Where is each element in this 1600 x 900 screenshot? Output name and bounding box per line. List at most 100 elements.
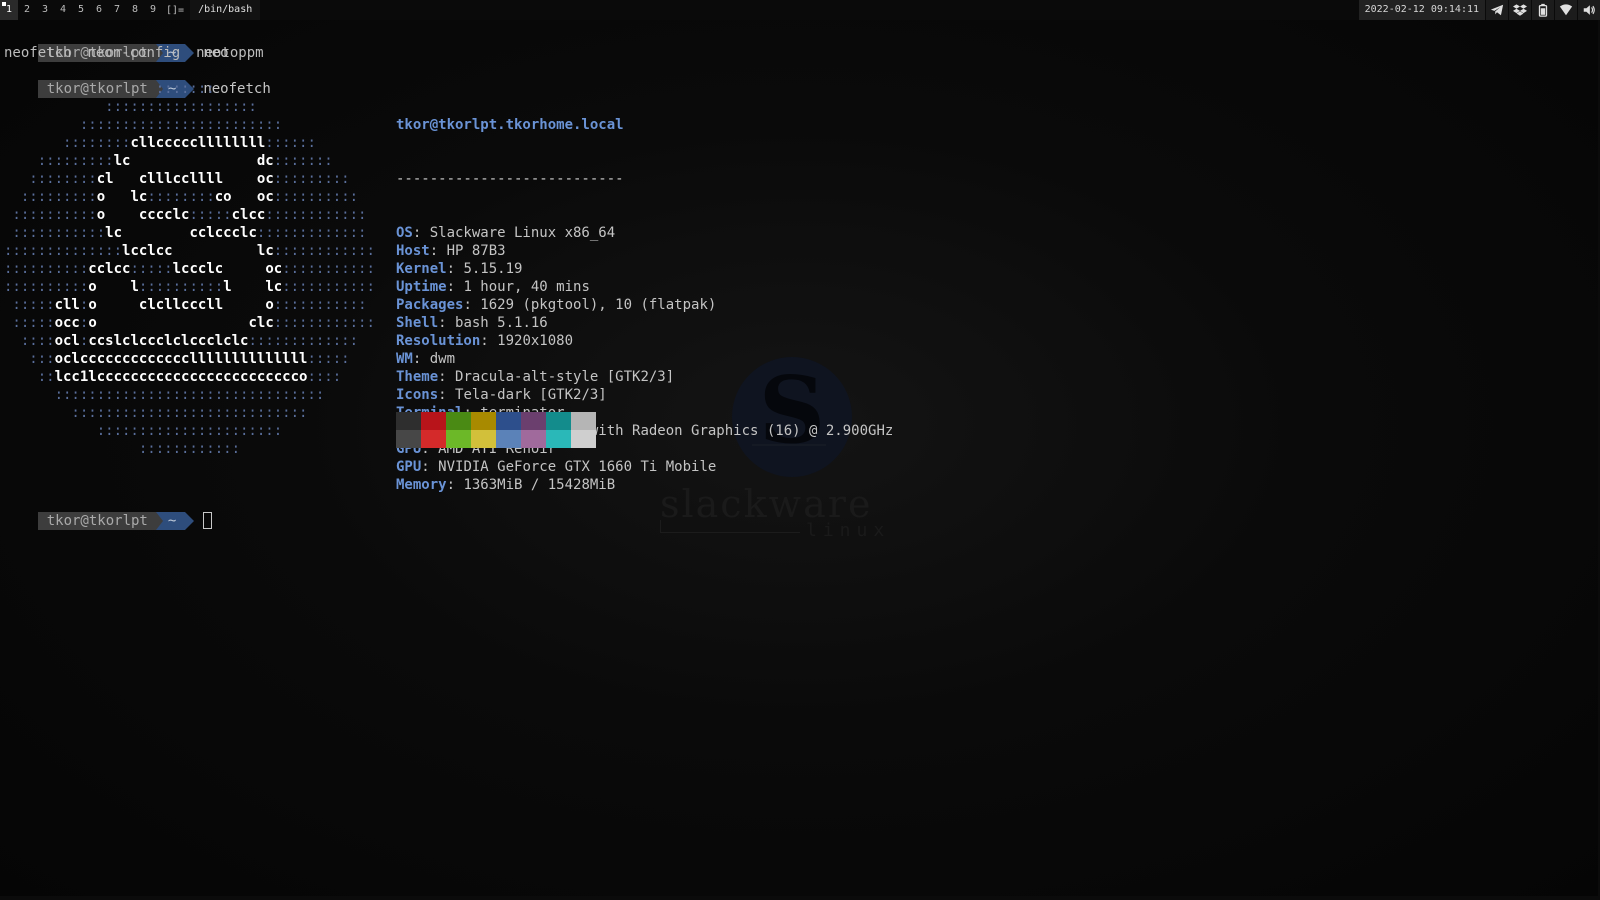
info-row: Uptime: 1 hour, 40 mins <box>396 279 590 295</box>
info-row: Packages: 1629 (pkgtool), 10 (flatpak) <box>396 297 717 313</box>
completion-item: neofetch <box>4 45 72 61</box>
info-row: Icons: Tela-dark [GTK2/3] <box>396 387 607 403</box>
telegram-icon[interactable] <box>1486 0 1508 20</box>
info-key: Theme <box>396 369 439 385</box>
tag-1[interactable]: 1 <box>0 0 18 20</box>
info-row: GPU: NVIDIA GeForce GTX 1660 Ti Mobile <box>396 459 717 475</box>
info-value: HP 87B3 <box>446 243 506 259</box>
palette-swatch <box>571 412 596 430</box>
info-value: 1629 (pkgtool), 10 (flatpak) <box>480 297 717 313</box>
prompt-line-2: tkor@tkorlpt ~ neofetch <box>4 62 271 98</box>
ascii-line: :::::occ:o clc:::::::::::: <box>4 315 375 331</box>
info-value: 5.15.19 <box>463 261 523 277</box>
info-row: Memory: 1363MiB / 15428MiB <box>396 477 616 493</box>
info-value: bash 5.1.16 <box>455 315 548 331</box>
volume-icon[interactable] <box>1578 0 1600 20</box>
info-title: tkor@tkorlpt.tkorhome.local <box>396 117 624 133</box>
prompt-dir: ~ <box>155 512 186 530</box>
ascii-line: ::::::::::o l::::::::::l lc::::::::::: <box>4 279 375 295</box>
tag-4[interactable]: 4 <box>54 0 72 20</box>
info-separator: --------------------------- <box>396 171 624 187</box>
info-key: Kernel <box>396 261 447 277</box>
palette-swatch <box>496 412 521 430</box>
palette-swatch <box>396 412 421 430</box>
ascii-line: :::::::::::::::::: <box>4 99 257 115</box>
info-fields: OS: Slackware Linux x86_64 Host: HP 87B3 K… <box>396 224 893 494</box>
palette-swatch <box>546 412 571 430</box>
palette-swatch <box>546 430 571 448</box>
info-key: Host <box>396 243 430 259</box>
ascii-line: ::::::::::cclcc:::::lccclc oc::::::::::: <box>4 261 375 277</box>
terminal-window[interactable]: S slackware linux tkor@tkorlpt ~ neo neof… <box>0 20 1600 900</box>
system-info: tkor@tkorlpt.tkorhome.local ------------… <box>396 80 893 530</box>
prompt-user: tkor@tkorlpt <box>37 512 156 530</box>
prompt-arrow <box>185 512 195 530</box>
battery-icon[interactable] <box>1532 0 1554 20</box>
palette-swatch <box>571 430 596 448</box>
prompt-line-3[interactable]: tkor@tkorlpt ~ <box>4 494 213 530</box>
layout-indicator[interactable]: []= <box>162 5 190 16</box>
completion-list: neofetch neon-config neotoppm <box>4 44 280 62</box>
info-row: Resolution: 1920x1080 <box>396 333 574 349</box>
wordmark-rule-line <box>660 532 800 533</box>
info-row: Shell: bash 5.1.16 <box>396 315 548 331</box>
tag-2[interactable]: 2 <box>18 0 36 20</box>
ascii-line: :::::::::::::::::::::::::::::::: <box>4 387 325 403</box>
info-row: OS: Slackware Linux x86_64 <box>396 225 616 241</box>
clock: 2022-02-12 09:14:11 <box>1358 0 1485 20</box>
ascii-line: :::oclcccccccccccccllllllllllllll::::: <box>4 351 350 367</box>
window-title: /bin/bash <box>190 0 261 20</box>
info-key: Shell <box>396 315 439 331</box>
tag-3[interactable]: 3 <box>36 0 54 20</box>
info-key: WM <box>396 351 413 367</box>
info-key: Icons <box>396 387 439 403</box>
tag-8[interactable]: 8 <box>126 0 144 20</box>
tag-list: 123456789 <box>0 0 162 20</box>
ascii-line: :::::cll:o clcllcccll o::::::::::: <box>4 297 367 313</box>
info-value: Dracula-alt-style [GTK2/3] <box>455 369 675 385</box>
tag-7[interactable]: 7 <box>108 0 126 20</box>
ascii-line: :::::::::o lc::::::::co oc:::::::::: <box>4 189 359 205</box>
ascii-logo: ::::::: :::::::::::::::::: :::::::::::::… <box>4 80 375 458</box>
palette-swatch <box>421 412 446 430</box>
info-value: 1 hour, 40 mins <box>463 279 590 295</box>
info-value: 1363MiB / 15428MiB <box>463 477 616 493</box>
info-key: GPU <box>396 459 422 475</box>
info-value: 1920x1080 <box>497 333 574 349</box>
ascii-line: ::::::::cllcccccllllllll:::::: <box>4 135 316 151</box>
palette-swatch <box>446 412 471 430</box>
info-value: Tela-dark [GTK2/3] <box>455 387 607 403</box>
palette-swatch <box>521 412 546 430</box>
ascii-line: ::lcc1lcccccccccccccccccccccccco:::: <box>4 369 342 385</box>
completion-item: neon-config <box>87 45 181 61</box>
wifi-icon[interactable] <box>1555 0 1577 20</box>
info-value: NVIDIA GeForce GTX 1660 Ti Mobile <box>438 459 717 475</box>
ascii-line: :::::::::::lc cclccclc::::::::::::: <box>4 225 367 241</box>
info-row: Theme: Dracula-alt-style [GTK2/3] <box>396 369 675 385</box>
ascii-line: :::::::::::: <box>4 441 241 457</box>
info-row: WM: dwm <box>396 351 456 367</box>
palette-swatch <box>396 430 421 448</box>
ascii-line: ::::::::::::::lcclcc lc:::::::::::: <box>4 243 375 259</box>
info-value: dwm <box>429 351 456 367</box>
palette-swatch <box>521 430 546 448</box>
tag-9[interactable]: 9 <box>144 0 162 20</box>
palette-swatch <box>421 430 446 448</box>
tag-5[interactable]: 5 <box>72 0 90 20</box>
ascii-line: ::::::::::o cccclc:::::clcc:::::::::::: <box>4 207 367 223</box>
palette-swatch <box>471 412 496 430</box>
ascii-line: :::::::::::::::::::::::: <box>4 117 283 133</box>
ascii-line: :::::::::::::::::::::: <box>4 423 283 439</box>
info-key: Uptime <box>396 279 447 295</box>
info-row: Kernel: 5.15.19 <box>396 261 523 277</box>
info-key: Memory <box>396 477 447 493</box>
color-palette <box>396 412 596 448</box>
dropbox-icon[interactable] <box>1509 0 1531 20</box>
ascii-line: :::::::::::::::::::::::::::: <box>4 405 308 421</box>
prompt: tkor@tkorlpt ~ <box>37 512 195 530</box>
ascii-line: :::::::::lc dc::::::: <box>4 153 333 169</box>
info-key: Packages <box>396 297 464 313</box>
text-cursor[interactable] <box>203 512 213 529</box>
tag-6[interactable]: 6 <box>90 0 108 20</box>
info-row: Host: HP 87B3 <box>396 243 506 259</box>
